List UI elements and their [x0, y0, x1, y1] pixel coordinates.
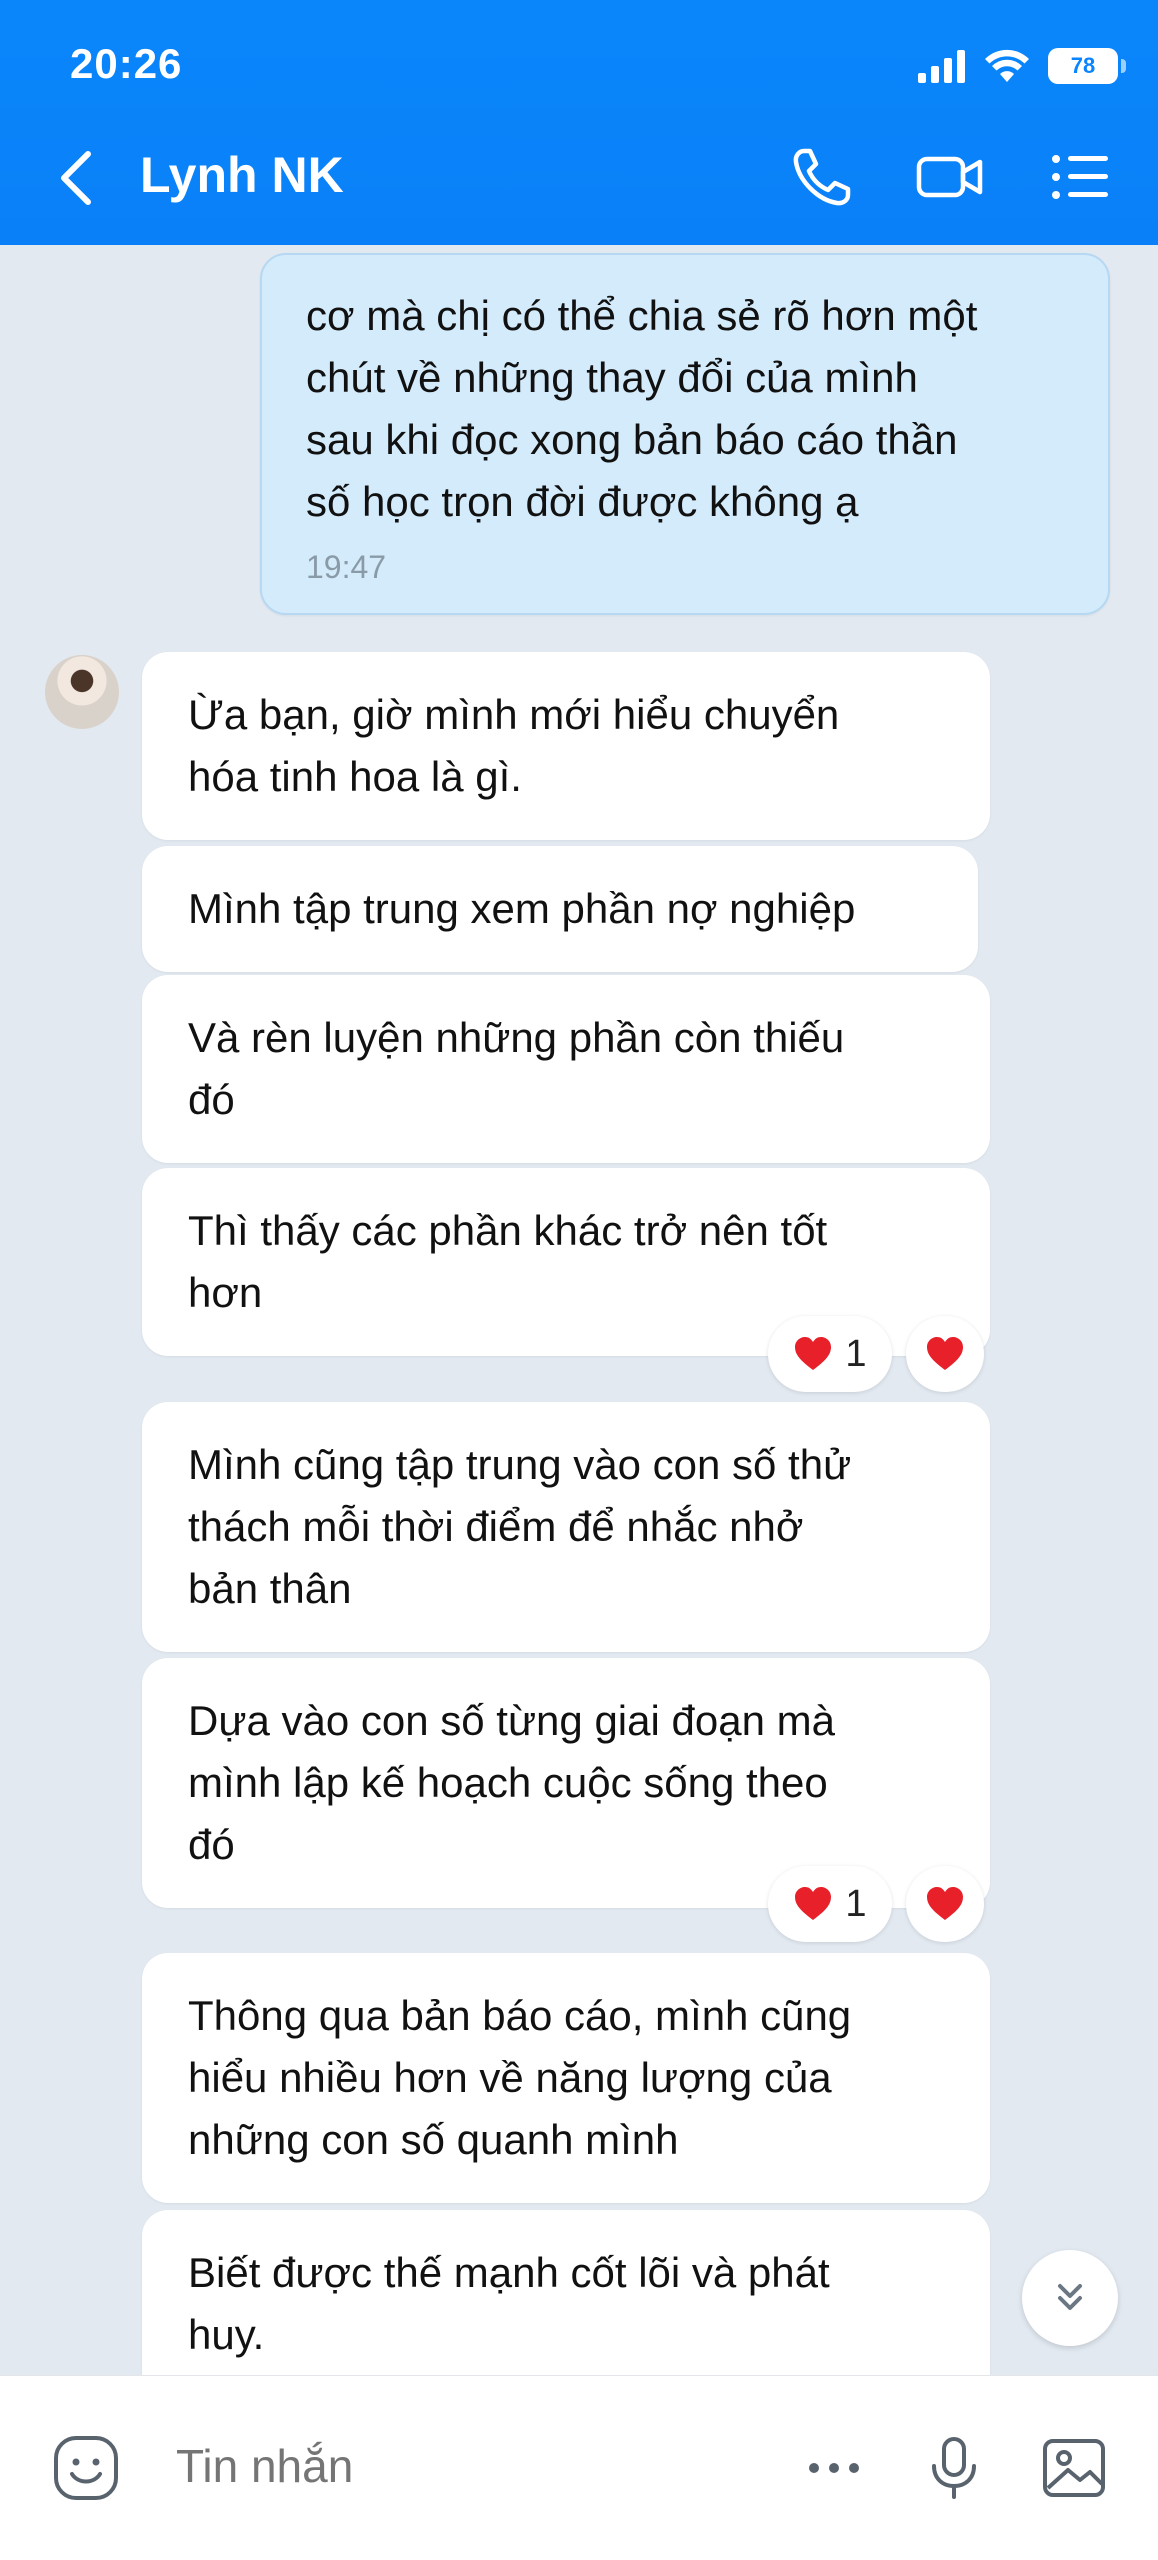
- message-line: huy.: [188, 2311, 265, 2358]
- incoming-message[interactable]: Mình cũng tập trung vào con số thử thách…: [142, 1402, 990, 1652]
- message-line: Mình cũng tập trung vào con số thử: [188, 1441, 852, 1488]
- message-line: hơn: [188, 1269, 263, 1316]
- wifi-icon: [985, 49, 1029, 82]
- menu-list-icon[interactable]: [1048, 145, 1112, 209]
- status-time: 20:26: [70, 40, 183, 87]
- message-input[interactable]: [176, 2439, 736, 2493]
- message-line: cơ mà chị có thể chia sẻ rõ hơn một: [306, 292, 978, 339]
- phone-icon[interactable]: [790, 145, 854, 209]
- reaction-count: 1: [845, 1332, 867, 1375]
- message-line: Thì thấy các phần khác trở nên tốt: [188, 1207, 828, 1254]
- message-time: 19:47: [306, 549, 387, 585]
- top-app-bar: 20:26 78 Lynh NK: [0, 0, 1158, 245]
- chat-title[interactable]: Lynh NK: [140, 146, 344, 204]
- incoming-message[interactable]: Ừa bạn, giờ mình mới hiểu chuyển hóa tin…: [142, 652, 990, 840]
- battery-indicator: 78: [1048, 48, 1126, 84]
- message-line: mình lập kế hoạch cuộc sống theo: [188, 1759, 828, 1806]
- message-line: Biết được thế mạnh cốt lõi và phát: [188, 2249, 830, 2296]
- message-line: số học trọn đời được không ạ: [306, 478, 859, 525]
- reaction-count: 1: [845, 1882, 867, 1925]
- message-line: sau khi đọc xong bản báo cáo thần: [306, 416, 958, 463]
- incoming-message[interactable]: Mình tập trung xem phần nợ nghiệp: [142, 846, 978, 972]
- more-icon[interactable]: [800, 2434, 868, 2502]
- status-icons: 78: [918, 44, 1126, 88]
- back-arrow-icon[interactable]: [52, 148, 102, 208]
- outgoing-message[interactable]: cơ mà chị có thể chia sẻ rõ hơn một chút…: [260, 253, 1110, 615]
- message-line: Dựa vào con số từng giai đoạn mà: [188, 1697, 835, 1744]
- heart-icon: [795, 1887, 832, 1920]
- heart-icon: [795, 1337, 832, 1370]
- sticker-icon[interactable]: [52, 2434, 120, 2502]
- message-line: Và rèn luyện những phần còn thiếu: [188, 1014, 845, 1061]
- message-line: Ừa bạn, giờ mình mới hiểu chuyển: [188, 691, 840, 738]
- image-icon[interactable]: [1040, 2434, 1108, 2502]
- microphone-icon[interactable]: [920, 2434, 988, 2502]
- message-line: Thông qua bản báo cáo, mình cũng: [188, 1992, 852, 2039]
- message-line: chút về những thay đổi của mình: [306, 354, 918, 401]
- heart-icon: [927, 1887, 963, 1920]
- double-chevron-down-icon: [1058, 2284, 1082, 2310]
- message-line: những con số quanh mình: [188, 2116, 679, 2163]
- react-button[interactable]: [906, 1316, 984, 1392]
- scroll-to-bottom-button[interactable]: [1022, 2250, 1118, 2346]
- avatar[interactable]: [45, 655, 119, 729]
- reaction-count-badge[interactable]: 1: [768, 1316, 892, 1392]
- heart-icon: [927, 1337, 963, 1370]
- video-call-icon[interactable]: [916, 145, 984, 209]
- incoming-message[interactable]: Và rèn luyện những phần còn thiếu đó: [142, 975, 990, 1163]
- react-button[interactable]: [906, 1866, 984, 1942]
- reaction-count-badge[interactable]: 1: [768, 1866, 892, 1942]
- message-line: hóa tinh hoa là gì.: [188, 753, 522, 800]
- message-composer: [0, 2375, 1158, 2560]
- message-line: Mình tập trung xem phần nợ nghiệp: [188, 885, 856, 932]
- signal-icon: [918, 50, 965, 83]
- message-line: hiểu nhiều hơn về năng lượng của: [188, 2054, 832, 2101]
- incoming-message[interactable]: Thông qua bản báo cáo, mình cũng hiểu nh…: [142, 1953, 990, 2203]
- message-line: thách mỗi thời điểm để nhắc nhở: [188, 1503, 804, 1550]
- message-line: đó: [188, 1076, 235, 1123]
- message-line: bản thân: [188, 1565, 352, 1612]
